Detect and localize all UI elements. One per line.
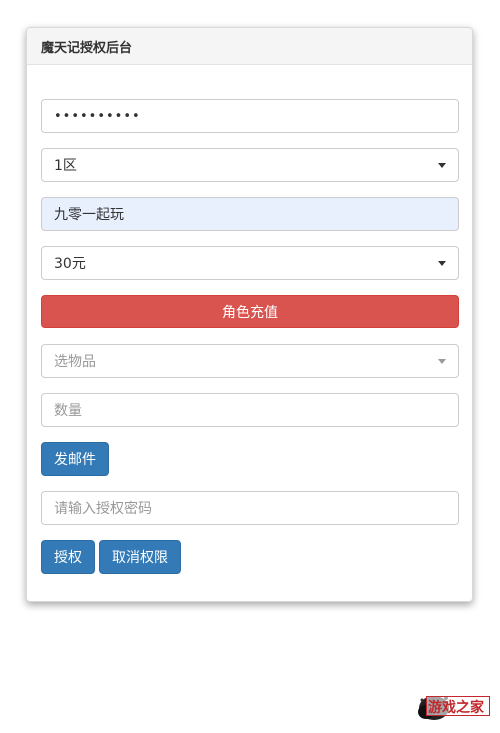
amount-select[interactable]: 30元 [41,246,459,280]
role-name-value: 九零一起玩 [54,207,124,223]
chevron-down-icon [438,359,446,364]
server-select-value: 1区 [54,158,77,174]
auth-password-placeholder: 请输入授权密码 [54,501,152,517]
panel-title: 魔天记授权后台 [27,28,472,65]
auth-password-input[interactable]: 请输入授权密码 [41,491,459,525]
role-name-field[interactable]: 九零一起玩 [41,197,459,231]
chevron-down-icon [438,163,446,168]
item-select[interactable]: 选物品 [41,344,459,378]
server-select[interactable]: 1区 [41,148,459,182]
site-watermark-logo: 游戏之家 [416,688,492,724]
chevron-down-icon [438,261,446,266]
logo-text: 游戏之家 [428,700,484,716]
amount-select-value: 30元 [54,256,86,272]
recharge-button[interactable]: 角色充值 [41,295,459,328]
password-field[interactable]: •••••••••• [41,99,459,133]
revoke-permission-button[interactable]: 取消权限 [99,540,181,574]
password-value: •••••••••• [54,108,141,124]
admin-panel: 魔天记授权后台 •••••••••• 1区 九零一起玩 30元 角色充值 选物品… [26,27,473,602]
send-mail-button[interactable]: 发邮件 [41,442,109,476]
item-select-placeholder: 选物品 [54,354,96,370]
authorize-button[interactable]: 授权 [41,540,95,574]
quantity-placeholder: 数量 [54,403,82,419]
quantity-input[interactable]: 数量 [41,393,459,427]
